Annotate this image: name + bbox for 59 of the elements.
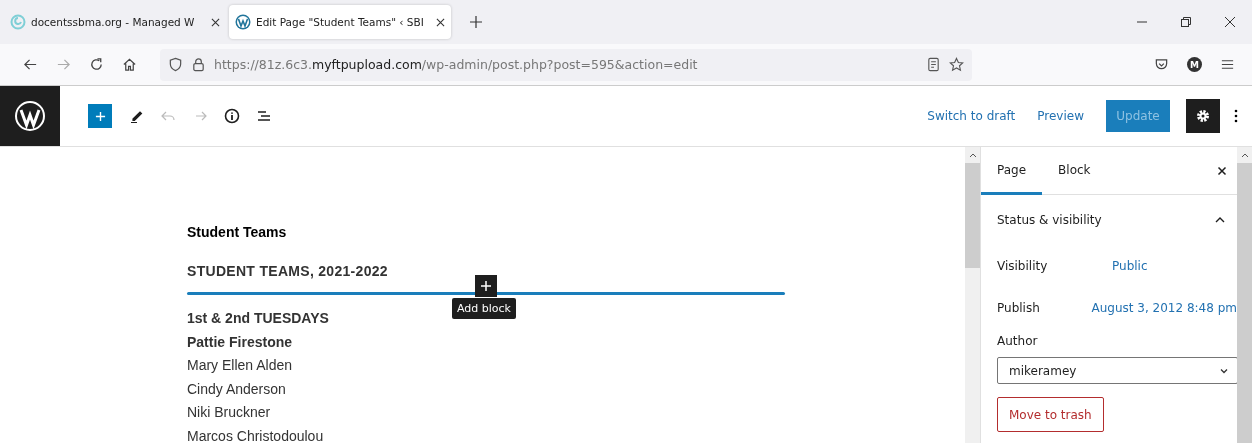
swirl-icon	[10, 14, 26, 30]
lock-icon	[191, 57, 206, 72]
plus-icon	[94, 110, 106, 122]
tooltip: Add block	[452, 298, 516, 319]
chevron-icon[interactable]	[1215, 217, 1225, 223]
pocket-icon[interactable]	[1154, 57, 1169, 72]
sidebar-tab[interactable]: Block	[1042, 147, 1107, 195]
author-select[interactable]: mikeramey	[997, 357, 1238, 384]
settings-icon	[1195, 108, 1211, 124]
heading: STUDENT TEAMS, 2021-2022	[187, 261, 388, 281]
paragraph-text: Pattie Firestone	[187, 332, 293, 352]
close-icon[interactable]	[211, 17, 220, 27]
restore-icon[interactable]	[1180, 16, 1192, 28]
url-text: https://81z.6c3.myftpupload.com/wp-admin/post.php?post=595&action=edit	[214, 57, 698, 72]
field-label: Publish	[997, 301, 1041, 315]
paragraph-text: Marcos Christodoulou	[187, 426, 324, 443]
list-view-icon[interactable]	[256, 108, 272, 124]
paragraph-text: Niki Bruckner	[187, 403, 271, 422]
trash-button[interactable]: Move to trash	[997, 397, 1104, 432]
scroll-up-icon[interactable]	[1240, 152, 1249, 158]
field-link[interactable]: August 3, 2012 8:48 pm	[1091, 301, 1237, 315]
paragraph-text: Mary Ellen Alden	[187, 356, 293, 375]
more-options-icon[interactable]	[1234, 108, 1238, 124]
close-icon[interactable]	[436, 17, 445, 27]
toolbar-link[interactable]: Switch to draft	[927, 109, 1016, 123]
close-icon[interactable]	[1224, 16, 1236, 28]
page-title: Student Teams	[187, 223, 287, 242]
new-tab-icon[interactable]	[470, 16, 482, 28]
browser-tab[interactable]: Edit Page "Student Teams" ‹ SBI	[229, 5, 451, 39]
paragraph-text: Cindy Anderson	[187, 379, 286, 399]
scroll-up-icon[interactable]	[968, 152, 977, 158]
wordpress-icon	[235, 14, 251, 30]
info-icon[interactable]	[224, 108, 240, 124]
menu-icon[interactable]	[1220, 57, 1235, 72]
plus-icon	[480, 280, 492, 292]
field-label: Author	[997, 333, 1039, 350]
back-icon[interactable]	[23, 57, 38, 72]
sidebar-tab[interactable]: Page	[981, 147, 1043, 195]
panel-title[interactable]: Status & visibility	[997, 213, 1102, 227]
field-link[interactable]: Public	[1112, 259, 1148, 273]
inserter-button[interactable]	[475, 275, 497, 297]
wordpress-logo[interactable]	[0, 86, 60, 146]
toolbar-link[interactable]: Preview	[1037, 109, 1084, 123]
browser-tab[interactable]: docentssbma.org - Managed W	[4, 5, 226, 39]
chevron-down-icon	[1219, 367, 1229, 374]
home-icon[interactable]	[122, 57, 137, 72]
scrollbar[interactable]	[1237, 147, 1252, 443]
field-label: Visibility	[997, 259, 1049, 273]
address-bar[interactable]: https://81z.6c3.myftpupload.com/wp-admin/post.php?post=595&action=edit	[160, 48, 972, 81]
add-block-button[interactable]	[88, 104, 112, 128]
scrollbar[interactable]	[965, 147, 980, 443]
reader-view-icon[interactable]	[926, 57, 941, 72]
star-icon[interactable]	[949, 57, 964, 72]
reload-icon[interactable]	[89, 57, 104, 72]
shield-icon	[168, 57, 183, 72]
account-avatar[interactable]: M	[1187, 57, 1202, 72]
settings-button[interactable]	[1186, 99, 1220, 133]
paragraph-text: 1st & 2nd TUESDAYS	[187, 309, 329, 328]
close-icon[interactable]	[1217, 165, 1227, 176]
